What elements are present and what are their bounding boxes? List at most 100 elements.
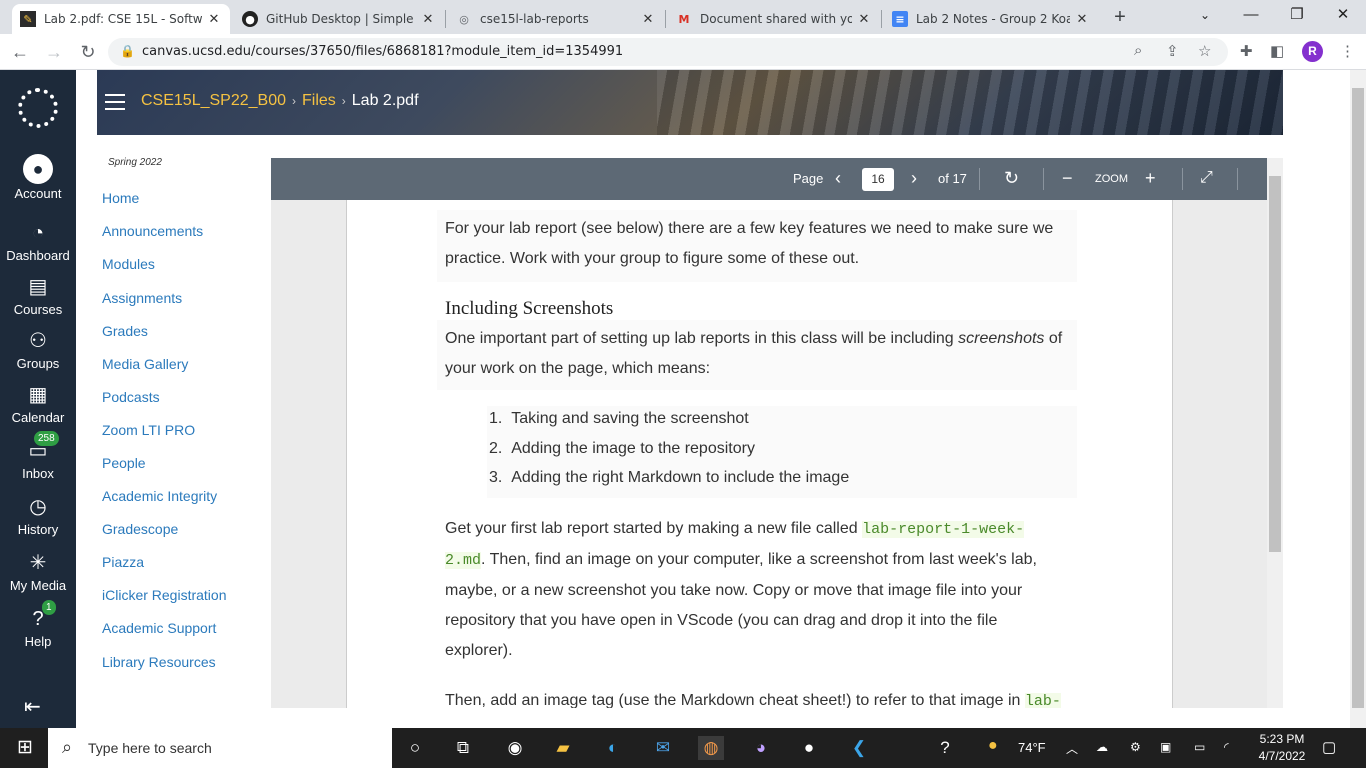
side-panel-icon[interactable]: ◧ [1270,42,1284,60]
close-tab-icon[interactable]: ✕ [206,12,222,27]
more-menu-icon[interactable]: ⋮ [1340,42,1355,60]
next-page-icon[interactable]: › [911,168,917,189]
nav-calendar[interactable]: ▦ Calendar [0,382,76,425]
canvas-logo[interactable] [18,88,58,128]
taskbar-clock[interactable]: 5:23 PM 4/7/2022 [1252,731,1312,765]
course-nav-assignments[interactable]: Assignments [102,290,182,306]
nav-courses[interactable]: ▤ Courses [0,274,76,317]
page-number-input[interactable]: 16 [862,168,894,191]
zoom-label: ZOOM [1095,173,1128,185]
lock-icon: 🔒 [120,44,135,58]
breadcrumb-file: Lab 2.pdf [351,92,419,109]
course-nav-academic-support[interactable]: Academic Support [102,620,216,636]
cortana-icon[interactable]: ○ [402,736,428,760]
app-icon[interactable]: ◉ [502,736,528,760]
course-nav-podcasts[interactable]: Podcasts [102,389,160,405]
intro-line-2: practice. Work with your group to figure… [445,250,860,267]
hamburger-menu-icon[interactable] [105,94,125,110]
tab-lab2-pdf[interactable]: ✎ Lab 2.pdf: CSE 15L - Software ✕ [12,4,230,34]
tab-title: Document shared with you: " [700,12,852,26]
close-window-button[interactable]: ✕ [1320,0,1366,32]
zoom-out-icon[interactable]: − [1062,168,1073,189]
restore-button[interactable]: ❐ [1274,0,1320,32]
course-nav-iclicker[interactable]: iClicker Registration [102,587,226,603]
taskbar-search-box[interactable]: ⌕ Type here to search [48,728,392,768]
page-scrollbar[interactable] [1350,70,1366,728]
nav-my-media[interactable]: ✳ My Media [0,550,76,593]
address-bar-row: ← → ↻ 🔒 canvas.ucsd.edu/courses/37650/fi… [0,34,1366,70]
nav-help[interactable]: ? Help [0,606,76,649]
history-icon: ◷ [29,496,47,518]
file-explorer-icon[interactable]: ▰ [550,736,576,760]
task-view-icon[interactable]: ⧉ [450,736,476,760]
prev-page-icon[interactable]: ‹ [835,168,841,189]
tray-app-icon[interactable]: ⚙ [1130,740,1141,754]
battery-icon[interactable]: ▭ [1194,740,1205,754]
course-nav-announcements[interactable]: Announcements [102,223,203,239]
nav-dashboard[interactable]: ◔ Dashboard [0,220,76,263]
zoom-in-icon[interactable]: + [1145,168,1156,189]
notifications-icon[interactable]: ▢ [1322,738,1336,756]
url-field[interactable]: 🔒 canvas.ucsd.edu/courses/37650/files/68… [108,38,1228,66]
share-icon[interactable]: ⇪ [1166,42,1179,60]
tab-google-docs[interactable]: ≡ Lab 2 Notes - Group 2 Koala ✕ [884,4,1098,34]
breadcrumb-files[interactable]: Files [302,92,336,109]
wifi-icon[interactable]: ◜ [1224,740,1229,754]
notification-app-icon[interactable]: ▣ [1160,740,1171,754]
windows-start-icon[interactable]: ⊞ [12,736,38,760]
course-nav-media-gallery[interactable]: Media Gallery [102,356,188,372]
close-tab-icon[interactable]: ✕ [640,12,656,27]
pdf-scrollbar[interactable] [1267,158,1283,708]
tab-lab-reports[interactable]: ◎ cse15l-lab-reports ✕ [448,4,664,34]
github-desktop-icon[interactable]: ◕ [748,736,774,760]
chrome-icon[interactable]: ◍ [698,736,724,760]
course-nav-grades[interactable]: Grades [102,323,148,339]
nav-history[interactable]: ◷ History [0,494,76,537]
dashboard-icon: ◔ [31,222,45,244]
tray-expand-icon[interactable]: ︿ [1066,740,1078,757]
help-badge: 1 [42,600,56,615]
extensions-icon[interactable]: ✚ [1240,42,1253,60]
minimize-button[interactable]: — [1228,0,1274,32]
course-nav-library[interactable]: Library Resources [102,654,216,670]
vscode-icon[interactable]: ❮ [846,736,872,760]
bookmark-star-icon[interactable]: ☆ [1198,42,1211,60]
nav-label: My Media [9,578,67,593]
reload-icon[interactable]: ↻ [76,40,100,64]
mail-icon[interactable]: ✉ [650,736,676,760]
course-nav-people[interactable]: People [102,455,146,471]
tab-search-icon[interactable]: ⌄ [1182,0,1228,32]
fullscreen-icon[interactable]: ⤢ [1200,169,1213,187]
course-nav-academic-integrity[interactable]: Academic Integrity [102,488,217,504]
globe-icon: ◎ [459,12,469,26]
close-tab-icon[interactable]: ✕ [420,12,436,27]
courses-icon: ▤ [28,276,48,298]
nav-groups[interactable]: ⚇ Groups [0,328,76,371]
new-tab-button[interactable]: + [1108,6,1132,30]
edge-icon[interactable]: ◐ [600,736,626,760]
github-icon[interactable]: ● [796,736,822,760]
course-nav-zoom[interactable]: Zoom LTI PRO [102,422,195,438]
page-count: of 17 [938,171,967,186]
rotate-icon[interactable]: ↻ [1004,168,1019,189]
collapse-nav-icon[interactable]: ⇤ [24,694,41,719]
course-nav-gradescope[interactable]: Gradescope [102,521,178,537]
close-tab-icon[interactable]: ✕ [1074,12,1090,27]
course-nav-modules[interactable]: Modules [102,256,155,272]
weather-temp[interactable]: 74°F [1018,740,1046,755]
tab-gmail[interactable]: M Document shared with you: " ✕ [668,4,880,34]
close-tab-icon[interactable]: ✕ [856,12,872,27]
tab-github-desktop[interactable]: ● GitHub Desktop | Simple coll ✕ [234,4,444,34]
help-app-icon[interactable]: ? [932,736,958,760]
weather-icon[interactable]: ● [988,737,998,755]
zoom-icon[interactable]: ⌕ [1134,42,1142,59]
onedrive-icon[interactable]: ☁ [1096,740,1108,754]
back-icon[interactable]: ← [8,40,32,64]
nav-account[interactable]: ● Account [0,154,76,201]
nav-label: Inbox [22,466,54,481]
course-nav-piazza[interactable]: Piazza [102,554,144,570]
forward-icon[interactable]: → [42,40,66,64]
profile-avatar[interactable]: R [1302,41,1323,62]
breadcrumb-course[interactable]: CSE15L_SP22_B00 [141,92,286,109]
course-nav-home[interactable]: Home [102,190,139,206]
